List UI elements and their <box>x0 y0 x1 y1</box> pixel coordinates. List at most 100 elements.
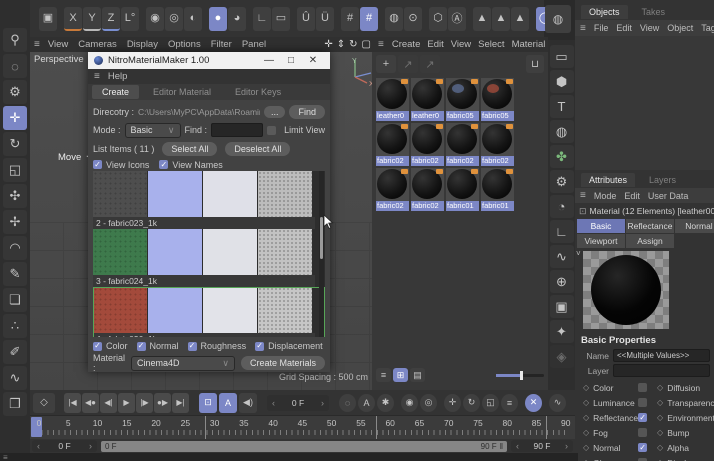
material-toolbar-button[interactable]: ↗ <box>398 55 418 73</box>
preview-expand-icon[interactable]: ˅ <box>576 249 581 258</box>
material-sub-tab[interactable]: Assign <box>626 234 674 248</box>
texture-list-item[interactable]: 3 - fabric024_1k <box>93 229 325 287</box>
material-menu-item[interactable]: Edit <box>427 39 443 50</box>
material-view-button[interactable]: ⊞ <box>393 368 408 382</box>
tool-icon[interactable]: ◱ <box>3 158 27 182</box>
material-item[interactable]: fabric02 <box>481 123 514 166</box>
view-names-checkbox[interactable] <box>159 160 169 169</box>
toolbar-button[interactable]: ▲ <box>473 6 491 31</box>
minimize-button[interactable]: — <box>258 55 280 66</box>
tool-icon[interactable]: ❐ <box>3 392 27 416</box>
tool-icon[interactable]: ⚙ <box>3 80 27 104</box>
add-keyframe-button[interactable]: ◇ <box>33 392 55 413</box>
record-icon[interactable]: ◌ <box>339 393 356 412</box>
transport-button[interactable]: ◀● <box>82 392 99 413</box>
perspective-label[interactable]: Perspective <box>34 54 84 65</box>
tool-icon[interactable]: ↻ <box>3 132 27 156</box>
viewport-menu-icon[interactable]: ≡ <box>34 39 40 50</box>
toolbar-button[interactable]: ● <box>209 6 227 31</box>
thumbnail-size-slider[interactable] <box>496 370 544 380</box>
help-menu[interactable]: Help <box>108 71 128 82</box>
attributes-menu-item[interactable]: Edit <box>624 191 640 201</box>
record-icon[interactable]: ✱ <box>377 393 394 412</box>
material-mode-tab[interactable]: Basic <box>577 219 625 233</box>
objects-menu-item[interactable]: Tags <box>701 23 714 33</box>
record-icon[interactable]: ◱ <box>482 393 499 412</box>
transport-button[interactable]: ▶ <box>118 392 135 413</box>
toolbar-button[interactable]: ◉ <box>146 6 164 31</box>
channel-checkbox[interactable] <box>638 383 648 392</box>
material-item[interactable]: fabric01 <box>481 168 514 211</box>
maximize-button[interactable]: □ <box>280 55 302 66</box>
material-view-button[interactable]: ≡ <box>376 368 391 382</box>
toolbar-button[interactable]: ◍ <box>385 6 403 31</box>
material-item[interactable]: fabric05 <box>481 78 514 121</box>
toolbar-button[interactable]: ▲ <box>511 6 529 31</box>
tool-icon[interactable]: ❏ <box>3 288 27 312</box>
toolbar-button[interactable]: Z <box>102 6 120 31</box>
channel-checkbox-item[interactable]: Color <box>93 341 128 351</box>
material-menu-item[interactable]: View <box>451 39 471 50</box>
timeline-mode-button[interactable]: ◀) <box>239 392 257 413</box>
viewport-menu-item[interactable]: View <box>48 39 68 50</box>
record-icon[interactable]: ≡ <box>501 393 518 412</box>
objects-menu-item[interactable]: Edit <box>616 23 632 33</box>
viewport-nav-icon[interactable]: ↻ <box>349 39 357 50</box>
channel-checkbox[interactable] <box>638 413 648 422</box>
object-tool-icon[interactable]: ∿ <box>549 245 574 268</box>
close-button[interactable]: ✕ <box>302 55 324 66</box>
record-icon[interactable]: ✕ <box>525 393 542 412</box>
transport-button[interactable]: ●▶ <box>154 392 171 413</box>
find-input[interactable] <box>211 123 264 137</box>
toolbar-button[interactable]: ⊙ <box>404 6 422 31</box>
attributes-menu-item[interactable]: Mode <box>594 191 617 201</box>
increment-icon[interactable]: › <box>321 398 324 408</box>
transport-button[interactable]: |◀ <box>64 392 81 413</box>
material-view-button[interactable]: ▤ <box>410 368 425 382</box>
material-preview[interactable]: ˅ <box>576 249 669 329</box>
texture-list-item[interactable]: 2 - fabric023_1k <box>93 171 325 229</box>
panel-tab[interactable]: Objects <box>581 4 628 19</box>
material-toolbar-button[interactable]: ↗ <box>420 55 440 73</box>
toolbar-button[interactable]: # <box>360 6 378 31</box>
object-tool-icon[interactable]: T <box>549 95 574 118</box>
viewport-menu-item[interactable]: Options <box>168 39 201 50</box>
viewport-nav-icon[interactable]: ✛ <box>324 39 332 50</box>
browse-button[interactable]: ... <box>263 105 286 118</box>
toolbar-button[interactable]: ∟ <box>253 6 271 31</box>
material-item[interactable]: leather0 <box>411 78 444 121</box>
channel-checkbox-item[interactable]: Normal <box>136 341 179 351</box>
material-item[interactable]: fabric01 <box>446 168 479 211</box>
range-end-spinner[interactable]: ‹ 90 F › <box>511 440 573 452</box>
objects-menu-item[interactable]: View <box>640 23 659 33</box>
channel-checkbox[interactable] <box>187 341 197 351</box>
object-tool-icon[interactable]: ⬢ <box>549 70 574 93</box>
timeline-ruler[interactable]: 0 5 10 15 20 25 30 35 40 45 50 55 60 65 70 75 80 85 90 <box>30 415 575 439</box>
toolbar-button[interactable]: ◐ <box>184 6 202 31</box>
object-tool-icon[interactable]: ✤ <box>549 145 574 168</box>
material-menu-item[interactable]: Create <box>392 39 421 50</box>
transport-button[interactable]: ▶| <box>172 392 189 413</box>
tool-icon[interactable]: ◠ <box>3 236 27 260</box>
record-icon[interactable]: ∿ <box>549 393 566 412</box>
range-start-spinner[interactable]: ‹ 0 F › <box>32 440 97 452</box>
view-icons-checkbox[interactable] <box>93 160 102 169</box>
channel-checkbox[interactable] <box>638 443 648 452</box>
toolbar-button[interactable]: Ⓐ <box>448 6 466 31</box>
toolbar-button[interactable]: ◕ <box>228 6 246 31</box>
find-directory-button[interactable]: Find <box>289 104 325 119</box>
channel-checkbox-item[interactable]: Displacement <box>255 341 323 351</box>
dialog-tab[interactable]: Editor Material <box>143 85 221 99</box>
toolbar-button[interactable]: Û <box>297 6 315 31</box>
record-icon[interactable]: ✛ <box>444 393 461 412</box>
material-toolbar-button[interactable]: + <box>376 55 396 73</box>
material-sub-tab[interactable]: Viewport <box>577 234 625 248</box>
dialog-tab[interactable]: Create <box>92 85 140 99</box>
panel-tab[interactable]: Layers <box>641 173 684 187</box>
object-tool-icon[interactable]: ⊕ <box>549 270 574 293</box>
record-icon[interactable]: ◉ <box>401 393 418 412</box>
object-tool-icon[interactable]: ⚙ <box>549 170 574 193</box>
channel-checkbox-item[interactable]: Roughness <box>187 341 246 351</box>
dialog-menu-icon[interactable]: ≡ <box>94 71 100 82</box>
scrollbar-thumb[interactable] <box>320 217 323 259</box>
